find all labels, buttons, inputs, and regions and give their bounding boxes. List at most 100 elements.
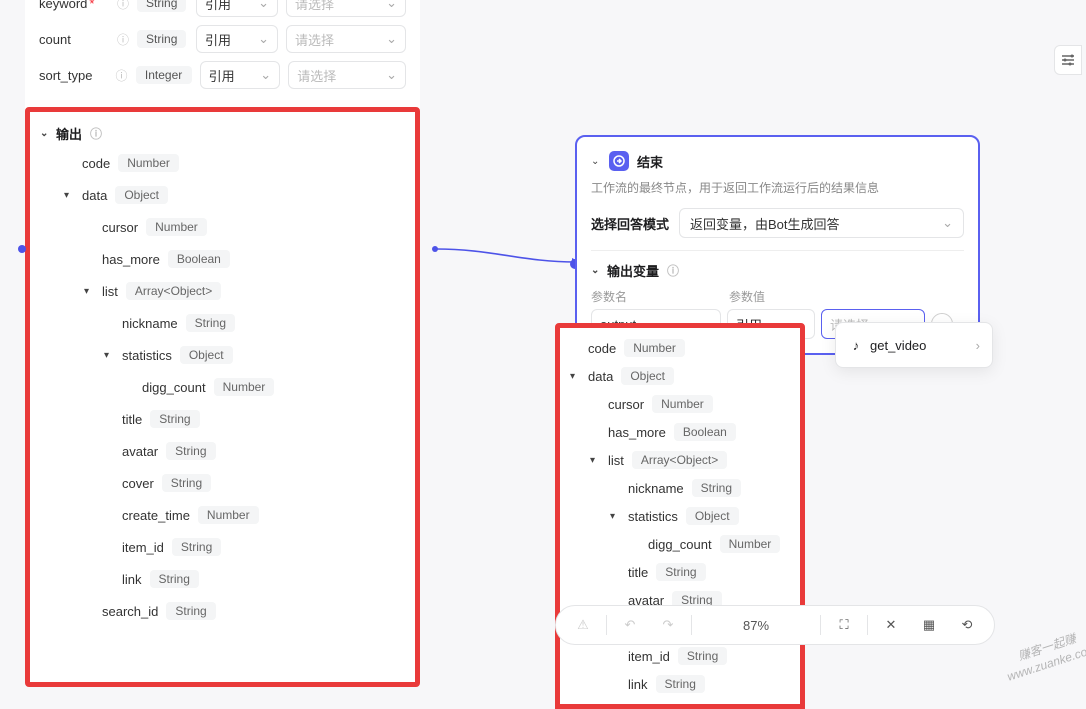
value-select[interactable]: 请选择⌄	[288, 61, 406, 89]
tree-row[interactable]: avatar String	[40, 435, 405, 467]
tree-item-type: Number	[720, 535, 781, 553]
output-header[interactable]: ⌄ 输出 ⓘ	[40, 120, 405, 147]
tree-item-type: Number	[652, 395, 713, 413]
info-icon[interactable]: ⓘ	[116, 67, 128, 84]
tree-item-type: String	[656, 675, 705, 693]
divider	[606, 615, 607, 635]
tree-row[interactable]: ▾statisticsObject	[570, 502, 790, 530]
tree-item-label: digg_count	[142, 380, 206, 395]
output-tree: code Number ▾dataObjectcursorNumberhas_mor…	[40, 147, 405, 627]
tree-row[interactable]: item_id String	[40, 531, 405, 563]
close-button[interactable]: ✕	[874, 611, 908, 639]
tree-row[interactable]: code Number	[40, 147, 405, 179]
chevron-down-icon[interactable]: ⌄	[591, 156, 601, 167]
tree-item-label: data	[588, 369, 613, 384]
settings-fab[interactable]	[1054, 45, 1082, 75]
tree-row[interactable]: linkString	[570, 670, 790, 698]
tree-row[interactable]: has_moreBoolean	[40, 243, 405, 275]
tree-item-label: code	[82, 156, 110, 171]
tree-item-type: Number	[214, 378, 275, 396]
tree-item-label: nickname	[122, 316, 178, 331]
tree-item-type: String	[150, 570, 199, 588]
connection-port[interactable]	[18, 245, 26, 253]
chevron-down-icon: ⌄	[386, 31, 397, 47]
tree-item-type: Number	[118, 154, 179, 172]
tree-row[interactable]: search_idString	[40, 595, 405, 627]
info-icon[interactable]: ⓘ	[667, 262, 679, 279]
tree-item-label: link	[122, 572, 142, 587]
chevron-down-icon: ⌄	[258, 31, 269, 47]
ref-select[interactable]: 引用⌄	[200, 61, 281, 89]
tree-item-type: Boolean	[674, 423, 736, 441]
divider	[867, 615, 868, 635]
tree-row[interactable]: digg_count Number	[40, 371, 405, 403]
info-icon[interactable]: ⓘ	[117, 31, 129, 48]
redo-button[interactable]: ↷	[651, 611, 685, 639]
popover-item-get-video[interactable]: ♪ get_video ›	[844, 331, 984, 359]
chevron-down-icon: ▾	[570, 371, 580, 382]
chevron-right-icon: ›	[976, 338, 980, 353]
tree-row[interactable]: ▾listArray<Object>	[570, 446, 790, 474]
tree-row[interactable]: create_timeNumber	[40, 499, 405, 531]
inputs-section: keyword* ⓘ String 引用⌄ 请选择⌄ count ⓘ Strin…	[25, 0, 420, 99]
tree-row[interactable]: link String	[40, 563, 405, 595]
output-var-header[interactable]: ⌄ 输出变量 ⓘ	[591, 261, 964, 288]
column-headers: 参数名 参数值	[591, 288, 964, 309]
arg-name: keyword*	[39, 0, 107, 11]
tree-item-label: item_id	[628, 649, 670, 664]
info-icon[interactable]: ⓘ	[90, 125, 102, 142]
tree-item-label: item_id	[122, 540, 164, 555]
layout-button[interactable]: ▦	[912, 611, 946, 639]
tree-item-type: String	[166, 442, 215, 460]
field-picker-dropdown: codeNumber▾dataObjectcursorNumberhas_mor…	[555, 323, 805, 709]
ref-select[interactable]: 引用⌄	[196, 0, 278, 17]
tree-row[interactable]: cursorNumber	[40, 211, 405, 243]
info-icon[interactable]: ⓘ	[117, 0, 129, 12]
tree-row[interactable]: ▾statisticsObject	[40, 339, 405, 371]
tree-item-type: String	[166, 602, 215, 620]
required-mark: *	[89, 0, 94, 11]
value-select[interactable]: 请选择⌄	[286, 25, 406, 53]
end-header: ⌄ 结束	[591, 151, 964, 179]
tree-row[interactable]: ▾dataObject	[570, 362, 790, 390]
fit-view-button[interactable]: ⛶	[827, 611, 861, 639]
end-node-icon	[609, 151, 629, 171]
tree-row[interactable]: cursor Number	[570, 390, 790, 418]
ref-select[interactable]: 引用⌄	[196, 25, 278, 53]
mode-select[interactable]: 返回变量，由Bot生成回答 ⌄	[679, 208, 964, 238]
chevron-down-icon: ▾	[84, 286, 94, 297]
node-suggest-popover: ♪ get_video ›	[835, 322, 993, 368]
tree-item-type: Object	[180, 346, 233, 364]
type-tag: Integer	[136, 66, 192, 84]
tree-item-type: String	[172, 538, 221, 556]
zoom-level[interactable]: 87%	[698, 618, 814, 633]
tree-item-label: avatar	[122, 444, 158, 459]
tree-row[interactable]: titleString	[40, 403, 405, 435]
input-row-sort-type: sort_type ⓘ Integer 引用⌄ 请选择⌄	[39, 57, 406, 93]
tree-row[interactable]: has_moreBoolean	[570, 418, 790, 446]
tree-row[interactable]: ▾listArray<Object>	[40, 275, 405, 307]
undo-button[interactable]: ↶	[613, 611, 647, 639]
tiktok-icon: ♪	[848, 337, 864, 353]
output-title: 输出	[56, 124, 82, 143]
tree-row[interactable]: coverString	[40, 467, 405, 499]
tree-item-label: cursor	[608, 397, 644, 412]
arg-name: count	[39, 32, 107, 47]
tree-row[interactable]: ▾dataObject	[40, 179, 405, 211]
tree-item-type: Boolean	[168, 250, 230, 268]
connection-port[interactable]	[432, 246, 438, 252]
refresh-button[interactable]: ⟲	[950, 611, 984, 639]
tree-row[interactable]: digg_countNumber	[570, 530, 790, 558]
alert-icon[interactable]: ⚠	[566, 611, 600, 639]
value-select[interactable]: 请选择⌄	[286, 0, 406, 17]
tree-row[interactable]: titleString	[570, 558, 790, 586]
chevron-down-icon: ▾	[64, 190, 74, 201]
tree-row[interactable]: nicknameString	[570, 474, 790, 502]
col-header-value: 参数值	[729, 288, 827, 305]
tree-row[interactable]: codeNumber	[570, 334, 790, 362]
tree-item-label: create_time	[122, 508, 190, 523]
tree-item-type: String	[150, 410, 199, 428]
tree-row[interactable]: nicknameString	[40, 307, 405, 339]
tree-row[interactable]: item_idString	[570, 642, 790, 670]
tree-item-type: Object	[115, 186, 168, 204]
